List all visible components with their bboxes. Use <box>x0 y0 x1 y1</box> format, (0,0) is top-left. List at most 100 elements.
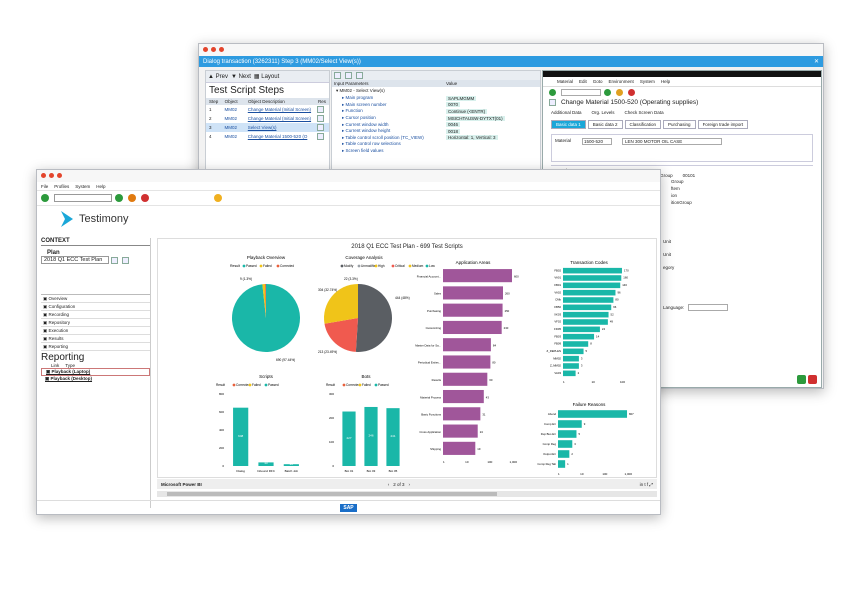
list-item[interactable]: ▸ Table control row selections <box>332 141 540 148</box>
tab[interactable]: Classification <box>624 120 662 129</box>
list-item[interactable]: ▸ Main screen number 0070 <box>332 102 540 109</box>
action-button[interactable]: Additional Data <box>551 110 582 115</box>
bar <box>563 289 616 296</box>
close-icon[interactable]: ✕ <box>814 58 819 65</box>
close-dot[interactable] <box>203 47 208 52</box>
plan-edit-icon[interactable] <box>111 256 118 264</box>
menu-item[interactable]: Profiles <box>54 184 69 189</box>
tab[interactable]: Basic data 1 <box>551 120 586 129</box>
tick-label: 100 <box>620 380 625 384</box>
bar <box>563 319 608 325</box>
menu-item[interactable]: Help <box>661 79 670 84</box>
material-input[interactable]: 1500-520 <box>582 138 612 145</box>
back-icon[interactable] <box>115 194 123 202</box>
params-root[interactable]: ▾ MM02 - Select View(s) <box>332 87 540 95</box>
prev-page-button[interactable]: ‹ <box>388 482 390 487</box>
category-label: Abend <box>548 412 557 416</box>
legend-swatch <box>408 264 412 268</box>
cancel-icon[interactable] <box>628 89 635 96</box>
param-label: ▸ Main program <box>342 95 374 101</box>
menu-item[interactable]: File <box>41 184 48 189</box>
menu-item[interactable]: Goto <box>593 79 603 84</box>
share-icon[interactable]: in t f ⤢ <box>640 482 653 487</box>
cancel-icon[interactable] <box>141 194 149 202</box>
next-button[interactable]: ▼ Next <box>231 74 251 80</box>
nav-item[interactable]: ▣ Overview <box>41 295 150 303</box>
report-link[interactable]: ▣ Playback (Desktop) <box>41 376 150 382</box>
step-desc[interactable]: Change Material (Initial Screen) <box>248 116 313 121</box>
plan-open-icon[interactable] <box>122 256 129 264</box>
nav-item[interactable]: ▣ Repository <box>41 319 150 327</box>
category-label: VA02 <box>554 290 561 294</box>
minimize-dot[interactable] <box>49 173 54 178</box>
nav-item[interactable]: ▣ Results <box>41 335 150 343</box>
legend-swatch <box>232 383 236 387</box>
param-label: ▸ Cursor position <box>342 115 376 121</box>
horizontal-scrollbar[interactable] <box>157 491 657 497</box>
nav-item[interactable]: ▣ Execution <box>41 327 150 335</box>
table-row[interactable]: 4 MM02 Change Material 1500-520 (O <box>206 132 329 141</box>
menu-item[interactable]: Material <box>557 79 573 84</box>
nav-item[interactable]: ▣ Reporting <box>41 343 150 351</box>
chart-title: Application Areas <box>456 260 492 265</box>
table-row[interactable]: 2 MM02 Change Material (Initial Screen) <box>206 114 329 123</box>
bar <box>563 282 621 289</box>
close-dot[interactable] <box>41 173 46 178</box>
category-label: Inbound RFC <box>257 469 276 473</box>
confirm-button[interactable] <box>797 375 806 384</box>
next-page-button[interactable]: › <box>409 482 411 487</box>
collapse-icon[interactable] <box>345 72 352 79</box>
chart-title: Coverage Analysis <box>345 255 383 260</box>
language-select[interactable] <box>688 304 729 311</box>
exit-icon[interactable] <box>616 89 623 96</box>
tick-label: 400 <box>219 428 224 432</box>
menu-item[interactable]: Environment <box>609 79 634 84</box>
bar <box>443 355 491 369</box>
plan-select[interactable]: 2018 Q1 ECC Test Plan <box>41 256 109 264</box>
list-item[interactable]: ▸ Current window width 0046 <box>332 121 540 128</box>
table-row[interactable]: 3 MM02 Select View(s) <box>206 123 329 132</box>
category-label: Cross Application <box>419 430 441 434</box>
nav-item[interactable]: ▣ Recording <box>41 311 150 319</box>
prev-button[interactable]: ▲ Prev <box>208 74 228 80</box>
maximize-dot[interactable] <box>219 47 224 52</box>
list-item[interactable]: ▸ Screen field values <box>332 148 540 155</box>
cancel-button[interactable] <box>808 375 817 384</box>
tab[interactable]: Foreign trade import <box>697 120 749 129</box>
action-button[interactable]: Org. Levels <box>592 110 615 115</box>
list-item[interactable]: ▸ Current window height 0018 <box>332 128 540 135</box>
expand-icon[interactable] <box>334 72 341 79</box>
step-desc[interactable]: Change Material (Initial Screen) <box>248 107 313 112</box>
tab[interactable]: Purchasing <box>663 120 696 129</box>
report-link[interactable]: ▣ Playback (Laptop) <box>41 368 150 376</box>
maximize-dot[interactable] <box>57 173 62 178</box>
category-label: FB03 <box>554 334 561 338</box>
enter-icon[interactable] <box>549 89 556 96</box>
list-item[interactable]: ▸ Function Continue (<ENTR) <box>332 108 540 115</box>
exit-icon[interactable] <box>128 194 136 202</box>
list-item[interactable]: ▸ Table control scroll position (TC_VIEW… <box>332 135 540 142</box>
menu-item[interactable]: Edit <box>579 79 587 84</box>
menu-item[interactable]: Help <box>96 184 105 189</box>
filter-icon[interactable] <box>356 72 363 79</box>
check-icon[interactable] <box>41 194 49 202</box>
bar <box>443 286 503 300</box>
tab[interactable]: Basic data 2 <box>587 120 623 129</box>
action-button[interactable]: Check Screen Data <box>625 110 664 115</box>
list-item[interactable]: ▸ Cursor position MSICHTAUSW-DYTXT(01) <box>332 115 540 122</box>
back-icon[interactable] <box>604 89 611 96</box>
data-label: 246 <box>368 433 373 437</box>
command-field[interactable] <box>54 194 112 202</box>
data-label: 52 <box>611 312 615 316</box>
step-desc[interactable]: Change Material 1500-520 (O <box>248 134 313 139</box>
layout-button[interactable]: ▦ Layout <box>254 73 279 80</box>
table-row[interactable]: 1 MM02 Change Material (Initial Screen) <box>206 105 329 114</box>
step-object: MM02 <box>224 116 238 121</box>
menu-item[interactable]: System <box>640 79 655 84</box>
minimize-dot[interactable] <box>211 47 216 52</box>
step-desc[interactable]: Select View(s) <box>248 125 313 130</box>
list-item[interactable]: ▸ Main program SAPLMGMM <box>332 95 540 102</box>
help-icon[interactable] <box>214 194 222 202</box>
nav-item[interactable]: ▣ Configuration <box>41 303 150 311</box>
menu-item[interactable]: System <box>75 184 90 189</box>
